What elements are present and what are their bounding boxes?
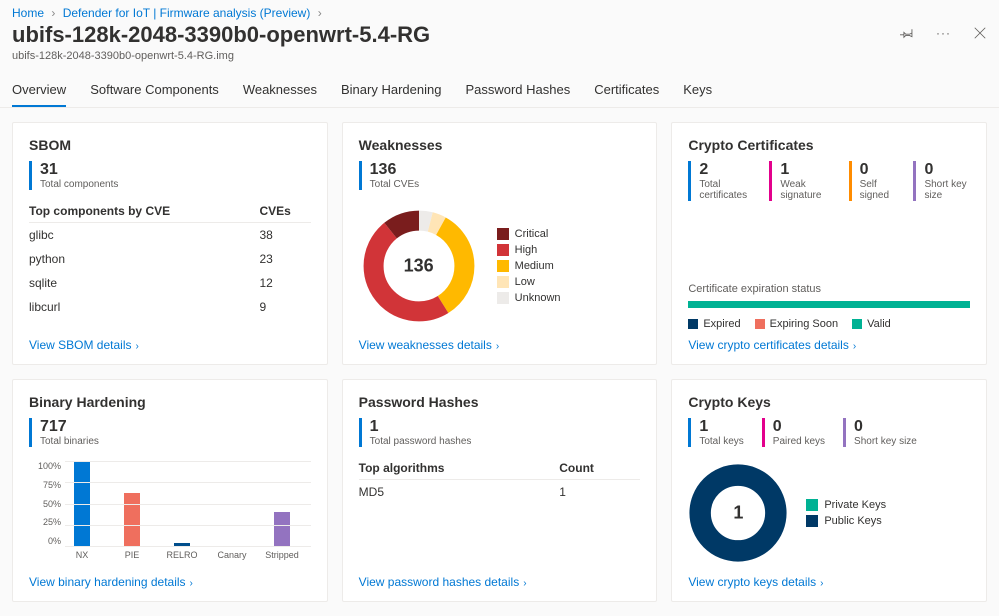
tab-bar: Overview Software Components Weaknesses … bbox=[0, 74, 999, 108]
stat-value: 0 bbox=[854, 418, 917, 436]
chevron-right-icon: › bbox=[523, 578, 526, 589]
col-header: Top components by CVE bbox=[29, 200, 259, 223]
breadcrumb-home[interactable]: Home bbox=[12, 6, 44, 20]
table-row: glibc38 bbox=[29, 223, 311, 248]
tab-software-components[interactable]: Software Components bbox=[90, 74, 219, 107]
weak-total-label: Total CVEs bbox=[370, 179, 419, 190]
weaknesses-legend: Critical High Medium Low Unknown bbox=[497, 228, 561, 304]
chevron-right-icon: › bbox=[136, 341, 139, 352]
stat-value: 1 bbox=[370, 418, 472, 436]
breadcrumb-l1[interactable]: Defender for IoT | Firmware analysis (Pr… bbox=[63, 6, 311, 20]
card-title: Crypto Certificates bbox=[688, 137, 970, 153]
tab-keys[interactable]: Keys bbox=[683, 74, 712, 107]
donut-center-value: 1 bbox=[733, 503, 743, 524]
stat-value: 2 bbox=[699, 161, 751, 179]
swatch-icon bbox=[497, 292, 509, 304]
stat-value: 717 bbox=[40, 418, 99, 436]
sbom-table: Top components by CVECVEs glibc38 python… bbox=[29, 200, 311, 319]
table-row: python23 bbox=[29, 247, 311, 271]
crypto-keys-legend: Private Keys Public Keys bbox=[806, 499, 886, 527]
view-password-hashes-link[interactable]: View password hashes details› bbox=[359, 567, 641, 589]
stat-label: Weak signature bbox=[780, 179, 830, 201]
pwhash-table: Top algorithmsCount MD51 bbox=[359, 457, 641, 504]
chevron-right-icon: › bbox=[496, 341, 499, 352]
weaknesses-donut-chart: 136 bbox=[359, 206, 479, 326]
stat-value: 1 bbox=[780, 161, 830, 179]
tab-weaknesses[interactable]: Weaknesses bbox=[243, 74, 317, 107]
card-title: Binary Hardening bbox=[29, 394, 311, 410]
stat-value: 0 bbox=[773, 418, 825, 436]
stat-value: 1 bbox=[699, 418, 743, 436]
col-header: Top algorithms bbox=[359, 457, 560, 480]
view-sbom-link[interactable]: View SBOM details› bbox=[29, 330, 311, 352]
tab-certificates[interactable]: Certificates bbox=[594, 74, 659, 107]
table-row: sqlite12 bbox=[29, 271, 311, 295]
tab-overview[interactable]: Overview bbox=[12, 74, 66, 107]
sbom-total-label: Total components bbox=[40, 179, 118, 190]
swatch-icon bbox=[755, 319, 765, 329]
binary-hardening-bar-chart: 100% 75% 50% 25% 0% NX PIE RELRO Canary … bbox=[29, 461, 311, 564]
stat-label: Total password hashes bbox=[370, 436, 472, 447]
cert-legend: Expired Expiring Soon Valid bbox=[688, 318, 970, 330]
crypto-keys-donut-chart: 1 bbox=[688, 463, 788, 563]
swatch-icon bbox=[806, 499, 818, 511]
card-weaknesses: Weaknesses 136 Total CVEs 136 Critical bbox=[342, 122, 658, 365]
view-certs-link[interactable]: View crypto certificates details› bbox=[688, 330, 970, 352]
swatch-icon bbox=[806, 515, 818, 527]
stat-label: Short key size bbox=[924, 179, 970, 201]
table-row: libcurl9 bbox=[29, 295, 311, 319]
sbom-total-count: 31 bbox=[40, 161, 118, 179]
close-icon[interactable] bbox=[973, 26, 987, 40]
chevron-right-icon: › bbox=[820, 578, 823, 589]
view-weaknesses-link[interactable]: View weaknesses details› bbox=[359, 330, 641, 352]
card-title: SBOM bbox=[29, 137, 311, 153]
breadcrumb: Home › Defender for IoT | Firmware analy… bbox=[0, 0, 999, 22]
card-title: Password Hashes bbox=[359, 394, 641, 410]
stat-label: Total binaries bbox=[40, 436, 99, 447]
table-row: MD51 bbox=[359, 480, 641, 505]
card-title: Crypto Keys bbox=[688, 394, 970, 410]
stat-label: Paired keys bbox=[773, 436, 825, 447]
chevron-right-icon: › bbox=[51, 6, 55, 20]
tab-binary-hardening[interactable]: Binary Hardening bbox=[341, 74, 441, 107]
swatch-icon bbox=[852, 319, 862, 329]
card-crypto-certificates: Crypto Certificates 2Total certificates … bbox=[671, 122, 987, 365]
swatch-icon bbox=[497, 244, 509, 256]
stat-value: 0 bbox=[924, 161, 970, 179]
stat-label: Total certificates bbox=[699, 179, 751, 201]
card-password-hashes: Password Hashes 1Total password hashes T… bbox=[342, 379, 658, 602]
cert-expiration-bar bbox=[688, 301, 970, 308]
stat-label: Short key size bbox=[854, 436, 917, 447]
swatch-icon bbox=[497, 276, 509, 288]
col-header: CVEs bbox=[259, 200, 310, 223]
page-subtitle: ubifs-128k-2048-3390b0-openwrt-5.4-RG.im… bbox=[12, 50, 430, 62]
donut-center-value: 136 bbox=[404, 256, 434, 277]
card-binary-hardening: Binary Hardening 717Total binaries 100% … bbox=[12, 379, 328, 602]
more-icon[interactable]: ··· bbox=[936, 26, 951, 40]
weak-total-count: 136 bbox=[370, 161, 419, 179]
stat-label: Total keys bbox=[699, 436, 743, 447]
card-crypto-keys: Crypto Keys 1Total keys 0Paired keys 0Sh… bbox=[671, 379, 987, 602]
swatch-icon bbox=[497, 228, 509, 240]
view-crypto-keys-link[interactable]: View crypto keys details› bbox=[688, 567, 970, 589]
stat-label: Self signed bbox=[860, 179, 896, 201]
view-binary-hardening-link[interactable]: View binary hardening details› bbox=[29, 567, 311, 589]
swatch-icon bbox=[688, 319, 698, 329]
chevron-right-icon: › bbox=[853, 341, 856, 352]
tab-password-hashes[interactable]: Password Hashes bbox=[465, 74, 570, 107]
chevron-right-icon: › bbox=[318, 6, 322, 20]
col-header: Count bbox=[559, 457, 640, 480]
card-title: Weaknesses bbox=[359, 137, 641, 153]
stat-value: 0 bbox=[860, 161, 896, 179]
card-sbom: SBOM 31 Total components Top components … bbox=[12, 122, 328, 365]
page-title: ubifs-128k-2048-3390b0-openwrt-5.4-RG bbox=[12, 22, 430, 48]
cert-status-label: Certificate expiration status bbox=[688, 283, 970, 295]
chevron-right-icon: › bbox=[190, 578, 193, 589]
swatch-icon bbox=[497, 260, 509, 272]
pin-icon[interactable] bbox=[900, 26, 914, 40]
